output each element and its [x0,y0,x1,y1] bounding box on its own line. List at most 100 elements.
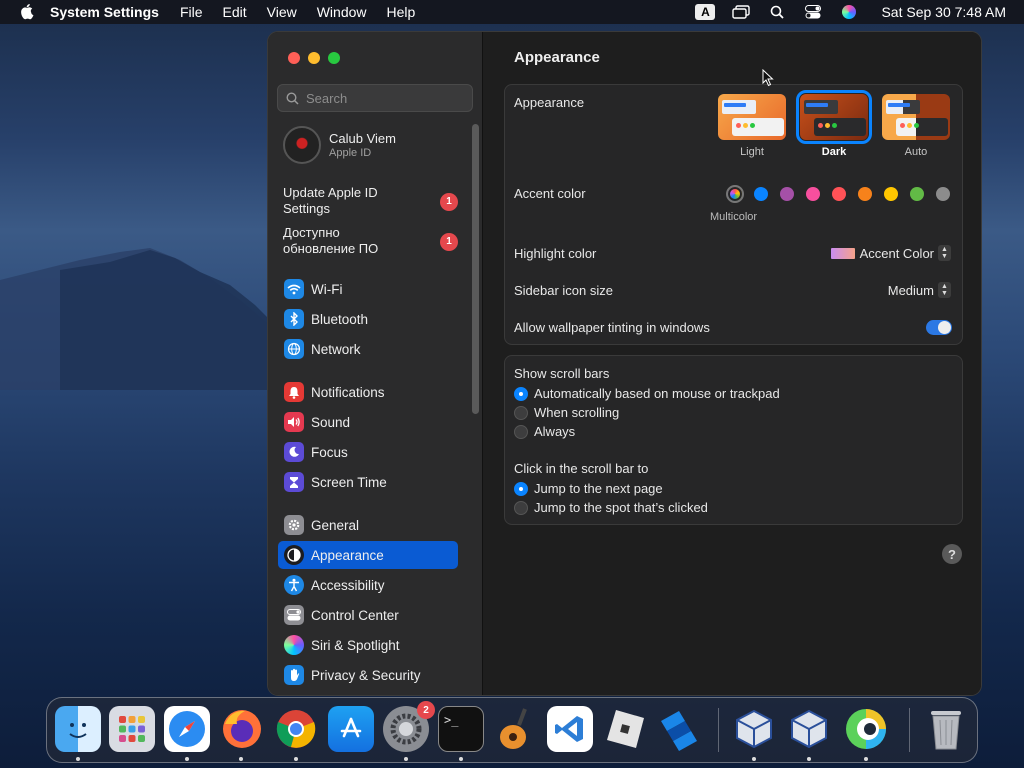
sidebar-item-appearance[interactable]: Appearance [278,541,458,569]
click-spot-option[interactable]: Jump to the spot that’s clicked [514,500,708,515]
dark-theme-thumbnail [796,90,872,144]
mouse-cursor-icon [762,69,774,87]
sidebar-item-siri-spotlight[interactable]: Siri & Spotlight [278,631,458,659]
highlight-value: Accent Color [859,245,934,261]
sidebar-item-general[interactable]: General [278,511,458,539]
launchpad-icon[interactable] [109,706,155,752]
sidebar-item-notifications[interactable]: Notifications [278,378,458,406]
webex-icon[interactable] [843,706,889,752]
help-button[interactable]: ? [942,544,962,564]
terminal-icon[interactable]: >_ [438,706,484,752]
window-controls [288,52,340,64]
popup-chevron-icon: ▲ ▼ [938,245,951,261]
control-center-icon [284,605,304,625]
search-icon [286,91,299,105]
scroll-auto-option[interactable]: Automatically based on mouse or trackpad [514,386,780,401]
click-next-page-label: Jump to the next page [534,481,663,496]
highlight-color-popup[interactable]: Accent Color ▲ ▼ [830,245,951,261]
theme-dark-option[interactable]: Dark [796,90,872,158]
virtualbox-icon[interactable] [731,706,777,752]
sidebar-item-label: General [311,517,360,533]
garageband-icon[interactable] [492,706,538,752]
wallpaper-tinting-toggle[interactable] [926,320,952,335]
software-update-label: Доступно обновление ПО [283,225,379,256]
sidebar-item-focus[interactable]: Focus [278,438,458,466]
sidebar-icon-size-label: Sidebar icon size [514,283,613,298]
accent-red-swatch[interactable] [832,187,846,201]
apple-id-profile[interactable]: Calub Viem Apple ID [283,126,396,164]
sidebar-item-update-apple-id[interactable]: Update Apple ID Settings 1 [283,185,463,217]
sidebar-item-accessibility[interactable]: Accessibility [278,571,458,599]
app-store-icon[interactable] [328,706,374,752]
theme-auto-option[interactable]: Auto [881,94,951,158]
system-settings-icon[interactable]: 2 [383,701,435,752]
scroll-when-scrolling-option[interactable]: When scrolling [514,405,619,420]
accent-selected-name: Multicolor [710,211,758,223]
sidebar-item-network[interactable]: Network [278,335,458,363]
alert-badge: 1 [440,193,458,211]
trash-icon[interactable] [923,706,969,752]
accent-pink-swatch[interactable] [806,187,820,201]
popup-chevron-icon: ▲ ▼ [938,282,951,298]
spotlight-search-icon[interactable] [767,4,787,20]
safari-icon[interactable] [164,706,210,752]
sidebar-item-sound[interactable]: Sound [278,408,458,436]
running-indicator [185,757,189,761]
click-spot-label: Jump to the spot that’s clicked [534,500,708,515]
firefox-icon[interactable] [219,706,265,752]
vscode-icon[interactable] [547,706,593,752]
theme-light-option[interactable]: Light [717,94,787,158]
window-menu[interactable]: Window [317,4,367,20]
system-settings-window: Search Calub Viem Apple ID Update Apple … [267,31,982,696]
sidebar-item-software-update[interactable]: Доступно обновление ПО 1 [283,225,463,257]
accent-yellow-swatch[interactable] [884,187,898,201]
scroll-when-scrolling-label: When scrolling [534,405,620,420]
sidebar-item-wifi[interactable]: Wi-Fi [278,275,458,303]
highlight-swatch [830,247,855,259]
scroll-always-option[interactable]: Always [514,424,575,439]
screen-mirroring-icon[interactable] [731,4,751,20]
sidebar-item-label: Sound [311,414,351,430]
radio-button [514,424,528,439]
theme-light-label: Light [740,146,764,158]
file-menu[interactable]: File [180,4,203,20]
control-center-icon[interactable] [803,4,823,20]
help-menu[interactable]: Help [387,4,416,20]
zoom-button[interactable] [328,52,340,64]
accent-green-swatch[interactable] [910,187,924,201]
siri-icon[interactable] [839,4,859,20]
menu-bar-clock[interactable]: Sat Sep 30 7:48 AM [881,4,1006,20]
apple-menu-icon[interactable] [18,2,38,22]
close-button[interactable] [288,52,300,64]
sidebar-scrollbar[interactable] [472,124,479,414]
sidebar-item-screen-time[interactable]: Screen Time [278,468,458,496]
sidebar-item-control-center[interactable]: Control Center [278,601,458,629]
search-field[interactable]: Search [277,84,473,112]
accent-graphite-swatch[interactable] [936,187,950,201]
accent-blue-swatch[interactable] [754,187,768,201]
edit-menu[interactable]: Edit [223,4,247,20]
minimize-button[interactable] [308,52,320,64]
roblox-icon[interactable] [602,706,648,752]
running-indicator [752,757,756,761]
accent-multicolor-swatch[interactable] [726,185,744,203]
accent-purple-swatch[interactable] [780,187,794,201]
sidebar-item-label: Wi-Fi [311,281,343,297]
finder-icon[interactable] [55,706,101,752]
view-menu[interactable]: View [267,4,297,20]
settings-badge: 2 [417,701,435,719]
running-indicator [459,757,463,761]
roblox-studio-icon[interactable] [656,706,702,752]
sidebar-icon-size-popup[interactable]: Medium ▲ ▼ [888,282,951,298]
scroll-bars-panel: Show scroll bars Automatically based on … [504,355,963,525]
accent-orange-swatch[interactable] [858,187,872,201]
avatar [283,126,321,164]
sidebar-item-bluetooth[interactable]: Bluetooth [278,305,458,333]
input-source-icon[interactable]: A [695,4,716,20]
menu-bar: System Settings File Edit View Window He… [0,0,1024,24]
app-name-menu[interactable]: System Settings [50,4,159,20]
sidebar-item-privacy-security[interactable]: Privacy & Security [278,661,458,689]
virtualbox-vm-icon[interactable] [786,706,832,752]
click-next-page-option[interactable]: Jump to the next page [514,481,663,496]
chrome-icon[interactable] [273,706,319,752]
